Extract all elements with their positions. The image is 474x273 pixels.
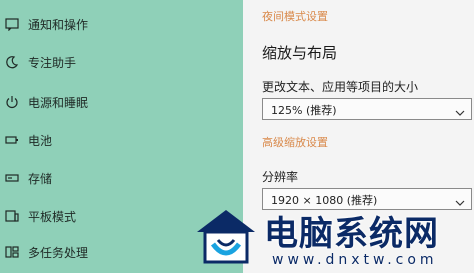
sidebar-item-battery[interactable]: 电池 bbox=[0, 126, 243, 154]
scale-label: 更改文本、应用等项目的大小 bbox=[262, 80, 419, 94]
sidebar-item-label: 存储 bbox=[28, 171, 53, 186]
watermark-url: www.dnxtw.com bbox=[272, 252, 438, 268]
sidebar-item-power-sleep[interactable]: 电源和睡眠 bbox=[0, 88, 243, 116]
resolution-label: 分辨率 bbox=[262, 170, 299, 184]
advanced-scaling-link[interactable]: 高级缩放设置 bbox=[262, 134, 328, 150]
night-light-settings-link[interactable]: 夜间模式设置 bbox=[262, 8, 328, 24]
chevron-down-icon bbox=[455, 193, 465, 212]
watermark-title: 电脑系统网 bbox=[264, 214, 439, 254]
sidebar-item-storage[interactable]: 存储 bbox=[0, 164, 243, 192]
power-icon bbox=[4, 94, 20, 110]
sidebar-item-focus-assist[interactable]: 专注助手 bbox=[0, 48, 243, 76]
scale-dropdown-value: 125% (推荐) bbox=[271, 104, 337, 117]
moon-icon bbox=[4, 54, 20, 70]
scale-layout-title: 缩放与布局 bbox=[262, 44, 338, 62]
scale-dropdown[interactable]: 125% (推荐) bbox=[262, 98, 472, 120]
watermark-logo-icon bbox=[193, 206, 259, 268]
notification-icon bbox=[4, 16, 20, 32]
sidebar-item-label: 专注助手 bbox=[28, 55, 77, 70]
multitasking-icon bbox=[4, 244, 20, 260]
tablet-mode-icon bbox=[4, 208, 20, 224]
battery-icon bbox=[4, 132, 20, 148]
sidebar-item-label: 电池 bbox=[28, 133, 53, 148]
sidebar-item-label: 通知和操作 bbox=[28, 17, 89, 32]
sidebar-item-label: 多任务处理 bbox=[28, 245, 89, 260]
sidebar-item-notifications[interactable]: 通知和操作 bbox=[0, 10, 243, 38]
chevron-down-icon bbox=[455, 103, 465, 122]
sidebar-item-label: 电源和睡眠 bbox=[28, 95, 89, 110]
storage-icon bbox=[4, 170, 20, 186]
sidebar-item-label: 平板模式 bbox=[28, 209, 77, 224]
